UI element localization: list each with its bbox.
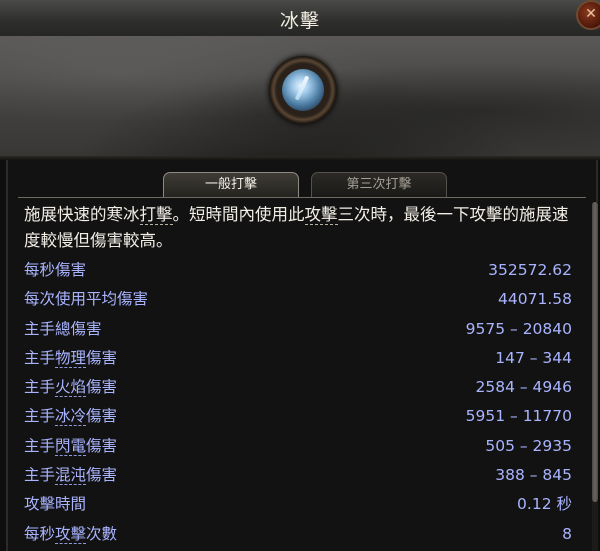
- tab-third-strike[interactable]: 第三次打擊: [311, 172, 447, 197]
- stat-value: 0.12 秒: [517, 495, 572, 514]
- skill-tooltip-window: 冰擊 ✕ 一般打擊 第三次打擊 施展快速的寒冰打擊。短時間內使用此攻擊三次時，最…: [0, 0, 600, 551]
- stat-value: 5951 – 11770: [465, 407, 572, 426]
- stats-list: 每秒傷害 352572.62 每次使用平均傷害 44071.58 主手總傷害 9…: [24, 256, 572, 549]
- stat-value: 147 – 344: [495, 348, 572, 367]
- keyword-strike[interactable]: 打擊: [139, 205, 173, 225]
- stat-row-avg-damage: 每次使用平均傷害 44071.58: [24, 285, 572, 314]
- window-title: 冰擊: [279, 10, 320, 32]
- stat-value: 388 – 845: [495, 466, 572, 485]
- stat-label: 主手火焰傷害: [24, 378, 118, 398]
- stat-value: 8: [562, 524, 572, 543]
- tab-divider: [18, 197, 586, 198]
- scrollbar-thumb[interactable]: [592, 202, 598, 502]
- stat-row-total-damage: 主手總傷害 9575 – 20840: [24, 315, 572, 344]
- stat-value: 505 – 2935: [485, 436, 572, 455]
- title-bar: 冰擊 ✕: [0, 0, 600, 37]
- skill-header: [0, 36, 600, 160]
- tab-normal-strike[interactable]: 一般打擊: [163, 172, 299, 197]
- skill-description: 施展快速的寒冰打擊。短時間內使用此攻擊三次時，最後一下攻擊的施展速度較慢但傷害較…: [24, 202, 584, 254]
- keyword-attack[interactable]: 攻擊: [55, 524, 87, 544]
- skill-icon-frame: [269, 56, 337, 124]
- stat-label: 每次使用平均傷害: [24, 290, 149, 309]
- stat-label: 每秒攻擊次數: [24, 524, 118, 544]
- stat-row-dps: 每秒傷害 352572.62: [24, 256, 572, 285]
- keyword-chaos[interactable]: 混沌: [55, 466, 87, 486]
- description-text: 施展快速的寒冰: [24, 205, 140, 224]
- scrollbar[interactable]: [592, 202, 598, 551]
- stat-row-lightning-damage: 主手閃電傷害 505 – 2935: [24, 432, 572, 461]
- skill-details-panel: 一般打擊 第三次打擊 施展快速的寒冰打擊。短時間內使用此攻擊三次時，最後一下攻擊…: [6, 160, 598, 551]
- stat-label: 主手混沌傷害: [24, 466, 118, 486]
- keyword-fire[interactable]: 火焰: [55, 378, 87, 398]
- stat-row-attacks-per-second: 每秒攻擊次數 8: [24, 520, 572, 549]
- keyword-attack[interactable]: 攻擊: [304, 205, 338, 225]
- stat-value: 44071.58: [498, 290, 572, 309]
- stat-label: 主手總傷害: [24, 319, 102, 338]
- stat-label: 攻擊時間: [24, 495, 87, 514]
- stat-row-attack-time: 攻擊時間 0.12 秒: [24, 490, 572, 519]
- stat-label: 主手冰冷傷害: [24, 407, 118, 427]
- description-text: 。短時間內使用此: [172, 205, 305, 224]
- stat-row-chaos-damage: 主手混沌傷害 388 – 845: [24, 461, 572, 490]
- stat-label: 每秒傷害: [24, 261, 87, 279]
- stat-row-physical-damage: 主手物理傷害 147 – 344: [24, 344, 572, 373]
- stat-row-cold-damage: 主手冰冷傷害 5951 – 11770: [24, 402, 572, 431]
- stat-label: 主手閃電傷害: [24, 436, 118, 456]
- stat-row-fire-damage: 主手火焰傷害 2584 – 4946: [24, 373, 572, 402]
- keyword-cold[interactable]: 冰冷: [55, 407, 87, 427]
- stat-value: 2584 – 4946: [475, 378, 573, 397]
- stat-value: 352572.62: [488, 261, 572, 279]
- keyword-lightning[interactable]: 閃電: [55, 436, 87, 456]
- close-button[interactable]: ✕: [576, 0, 600, 30]
- stat-label: 主手物理傷害: [24, 348, 118, 368]
- stat-value: 9575 – 20840: [465, 319, 572, 338]
- close-icon: ✕: [585, 6, 597, 22]
- ice-strike-icon: [282, 69, 324, 111]
- keyword-physical[interactable]: 物理: [55, 348, 87, 368]
